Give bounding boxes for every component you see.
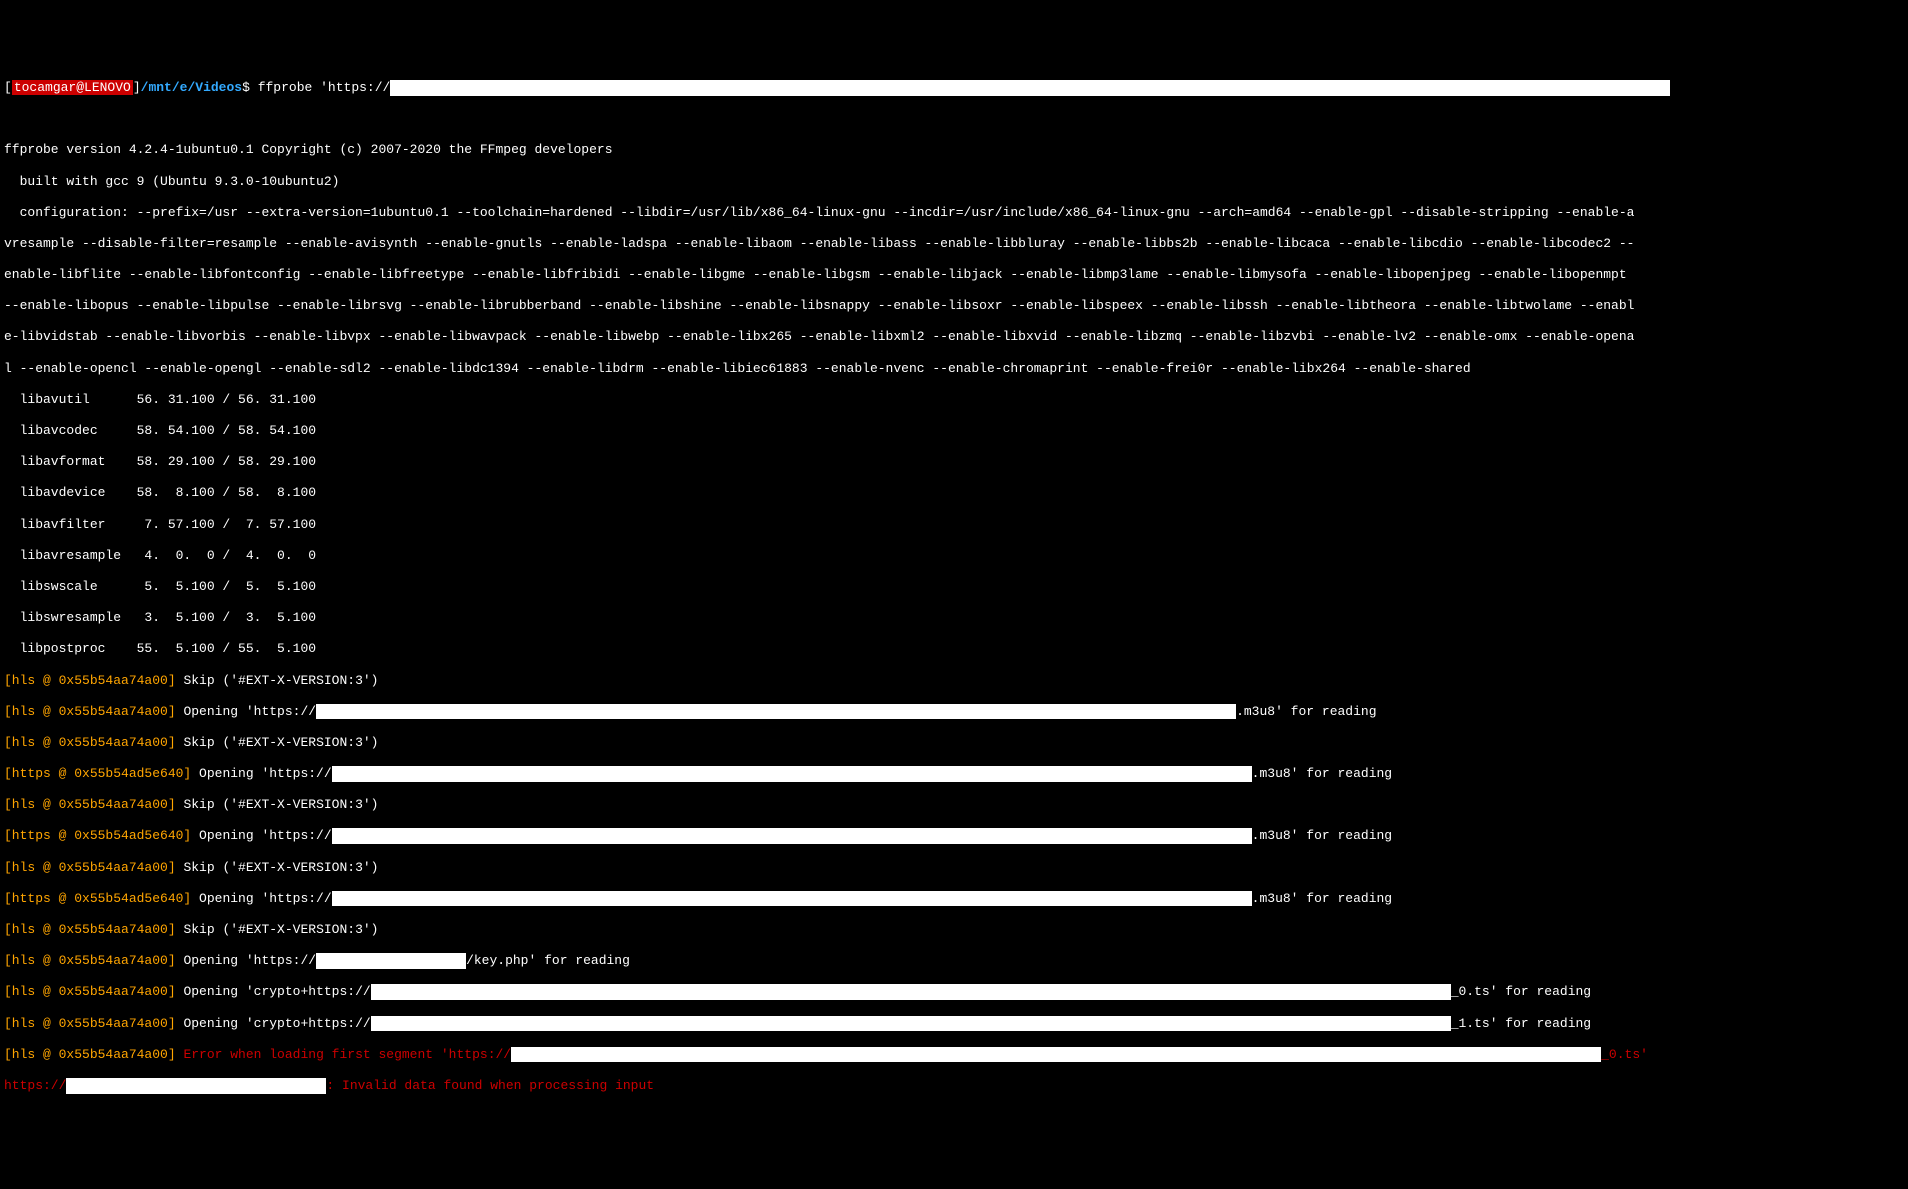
- config-2: vresample --disable-filter=resample --en…: [4, 236, 1904, 252]
- config-1: configuration: --prefix=/usr --extra-ver…: [4, 205, 1904, 221]
- error-line-final: https:// : Invalid data found when proce…: [4, 1078, 1904, 1094]
- lib-avcodec: libavcodec 58. 54.100 / 58. 54.100: [4, 423, 1904, 439]
- https-open-1: [https @ 0x55b54ad5e640] Opening 'https:…: [4, 766, 1904, 782]
- hls-error-segment: [hls @ 0x55b54aa74a00] Error when loadin…: [4, 1047, 1904, 1063]
- redacted-url: [390, 80, 1670, 96]
- ffprobe-version: ffprobe version 4.2.4-1ubuntu0.1 Copyrig…: [4, 142, 1904, 158]
- hls-open-1: [hls @ 0x55b54aa74a00] Opening 'https://…: [4, 704, 1904, 720]
- built-with: built with gcc 9 (Ubuntu 9.3.0-10ubuntu2…: [4, 174, 1904, 190]
- hls-open-crypto-1: [hls @ 0x55b54aa74a00] Opening 'crypto+h…: [4, 1016, 1904, 1032]
- hls-skip-5: [hls @ 0x55b54aa74a00] Skip ('#EXT-X-VER…: [4, 922, 1904, 938]
- hls-open-crypto-0: [hls @ 0x55b54aa74a00] Opening 'crypto+h…: [4, 984, 1904, 1000]
- prompt-dollar: $: [242, 80, 250, 95]
- lib-avresample: libavresample 4. 0. 0 / 4. 0. 0: [4, 548, 1904, 564]
- config-3: enable-libflite --enable-libfontconfig -…: [4, 267, 1904, 283]
- hls-skip-2: [hls @ 0x55b54aa74a00] Skip ('#EXT-X-VER…: [4, 735, 1904, 751]
- https-open-3: [https @ 0x55b54ad5e640] Opening 'https:…: [4, 891, 1904, 907]
- lib-avformat: libavformat 58. 29.100 / 58. 29.100: [4, 454, 1904, 470]
- hls-skip-1: [hls @ 0x55b54aa74a00] Skip ('#EXT-X-VER…: [4, 673, 1904, 689]
- hls-skip-3: [hls @ 0x55b54aa74a00] Skip ('#EXT-X-VER…: [4, 797, 1904, 813]
- lib-postproc: libpostproc 55. 5.100 / 55. 5.100: [4, 641, 1904, 657]
- https-open-2: [https @ 0x55b54ad5e640] Opening 'https:…: [4, 828, 1904, 844]
- config-5: e-libvidstab --enable-libvorbis --enable…: [4, 329, 1904, 345]
- hls-skip-4: [hls @ 0x55b54aa74a00] Skip ('#EXT-X-VER…: [4, 860, 1904, 876]
- terminal-output: [tocamgar@LENOVO]/mnt/e/Videos$ ffprobe …: [0, 62, 1908, 1111]
- lib-avfilter: libavfilter 7. 57.100 / 7. 57.100: [4, 517, 1904, 533]
- prompt-line[interactable]: [tocamgar@LENOVO]/mnt/e/Videos$ ffprobe …: [4, 80, 1904, 96]
- hls-open-key: [hls @ 0x55b54aa74a00] Opening 'https://…: [4, 953, 1904, 969]
- lib-avdevice: libavdevice 58. 8.100 / 58. 8.100: [4, 485, 1904, 501]
- prompt-user: tocamgar@LENOVO: [12, 80, 133, 95]
- lib-avutil: libavutil 56. 31.100 / 56. 31.100: [4, 392, 1904, 408]
- command-text: ffprobe 'https://: [258, 80, 391, 95]
- config-4: --enable-libopus --enable-libpulse --ena…: [4, 298, 1904, 314]
- lib-swscale: libswscale 5. 5.100 / 5. 5.100: [4, 579, 1904, 595]
- config-6: l --enable-opencl --enable-opengl --enab…: [4, 361, 1904, 377]
- prompt-path: /mnt/e/Videos: [141, 80, 242, 95]
- lib-swresample: libswresample 3. 5.100 / 3. 5.100: [4, 610, 1904, 626]
